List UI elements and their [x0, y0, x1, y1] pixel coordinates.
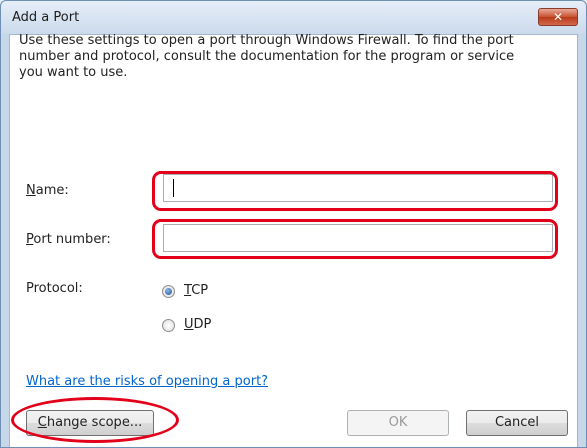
udp-access-key: U	[184, 317, 194, 332]
add-port-dialog: Add a Port ✕ Use these settings to open …	[0, 0, 587, 448]
udp-label[interactable]: UDP	[184, 317, 211, 332]
dialog-title: Add a Port	[12, 10, 80, 25]
name-highlight	[152, 171, 558, 211]
title-bar: Add a Port ✕	[1, 1, 586, 34]
name-label-access-key: N	[26, 183, 36, 198]
close-icon: ✕	[552, 10, 564, 24]
name-label-text: ame:	[35, 183, 69, 198]
port-number-highlight	[152, 219, 558, 259]
tcp-label[interactable]: TCP	[184, 283, 208, 298]
udp-label-text: DP	[193, 317, 212, 332]
name-label: Name:	[26, 183, 69, 198]
tcp-label-text: CP	[191, 283, 209, 298]
cancel-button[interactable]: Cancel	[466, 410, 568, 436]
port-number-label: Port number:	[26, 232, 111, 247]
udp-radio[interactable]	[162, 319, 175, 332]
tcp-radio[interactable]	[162, 285, 175, 298]
port-label-text: ort number:	[33, 232, 111, 247]
close-button[interactable]: ✕	[538, 8, 578, 26]
description-text: Use these settings to open a port throug…	[19, 33, 515, 80]
ok-button[interactable]: OK	[347, 410, 449, 436]
risks-link[interactable]: What are the risks of opening a port?	[26, 374, 268, 389]
protocol-label: Protocol:	[26, 281, 83, 296]
change-scope-highlight	[11, 397, 179, 443]
